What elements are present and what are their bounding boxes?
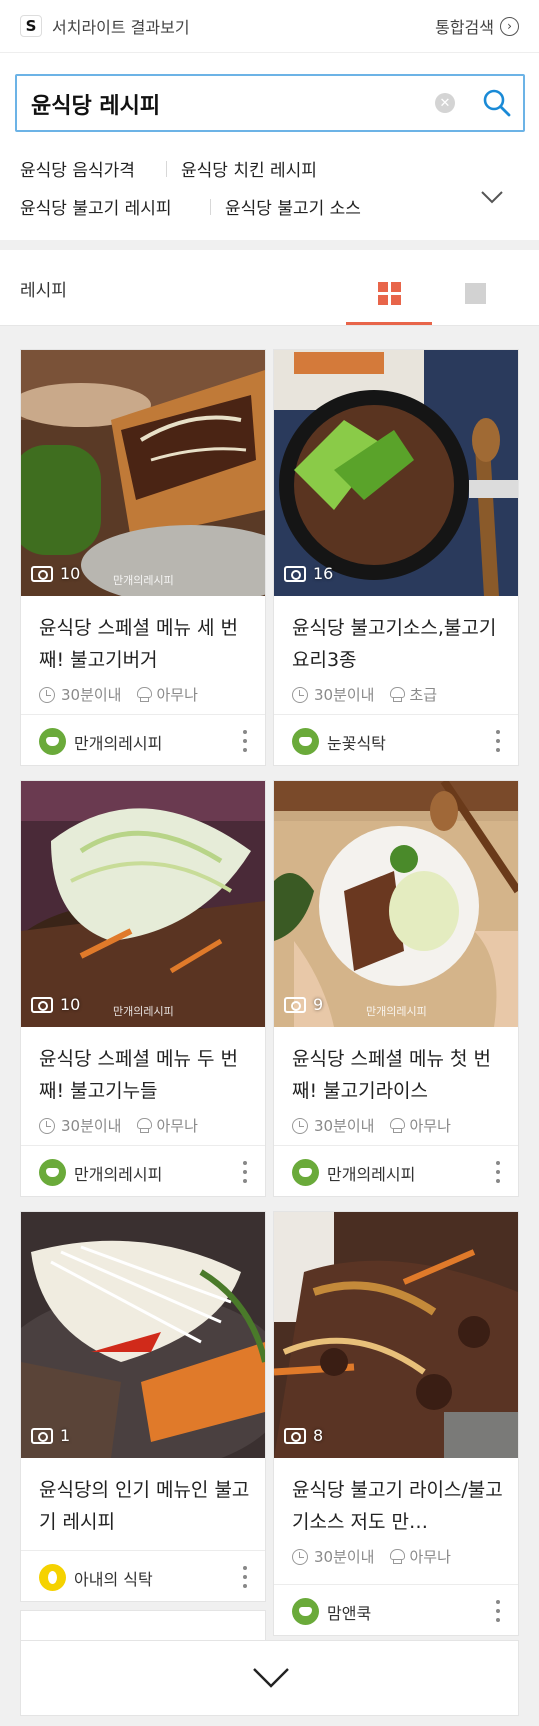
recipe-meta: 30분이내 아무나: [292, 1115, 451, 1136]
avatar: [39, 1159, 66, 1186]
grid-view-icon[interactable]: [378, 282, 402, 306]
photo-count: 8: [284, 1426, 323, 1445]
recipe-card[interactable]: 16 윤식당 불고기소스,불고기요리3종 30분이내 초급 눈꽃식탁: [273, 349, 519, 766]
total-search-link[interactable]: 통합검색 ›: [435, 0, 519, 52]
more-icon[interactable]: [243, 1161, 247, 1183]
chef-hat-icon: [389, 1548, 405, 1565]
author-row[interactable]: 만개의레시피: [274, 1145, 518, 1197]
divider: [166, 161, 167, 177]
photo-count: 10: [31, 995, 80, 1014]
camera-icon: [31, 996, 53, 1013]
list-view-icon[interactable]: [465, 283, 486, 304]
camera-icon: [284, 565, 306, 582]
recipe-meta: 30분이내 아무나: [39, 1115, 198, 1136]
recipe-image[interactable]: 10 만개의레시피: [21, 350, 265, 596]
author-row[interactable]: 눈꽃식탁: [274, 714, 518, 766]
author-row[interactable]: 아내의 식탁: [21, 1550, 265, 1602]
recipe-image[interactable]: 8: [274, 1212, 518, 1458]
divider: [210, 199, 211, 215]
active-tab-indicator: [346, 322, 432, 325]
recipe-card[interactable]: 10 만개의레시피 윤식당 스페셜 메뉴 두 번째! 불고기누들 30분이내 아…: [20, 780, 266, 1197]
image-watermark: 만개의레시피: [113, 574, 174, 587]
author-name[interactable]: 아내의 식탁: [74, 1566, 153, 1590]
more-icon[interactable]: [496, 1600, 500, 1622]
chef-hat-icon: [136, 686, 152, 703]
avatar: [292, 1159, 319, 1186]
recipe-title[interactable]: 윤식당의 인기 메뉴인 불고기 레시피: [39, 1474, 254, 1538]
clock-icon: [292, 1548, 308, 1565]
more-icon[interactable]: [496, 730, 500, 752]
search-input[interactable]: [31, 86, 431, 122]
recipe-image[interactable]: 9 만개의레시피: [274, 781, 518, 1027]
recipe-image[interactable]: 16: [274, 350, 518, 596]
author-name[interactable]: 만개의레시피: [74, 1161, 162, 1185]
avatar: [39, 1564, 66, 1591]
avatar: [39, 728, 66, 755]
recipe-title[interactable]: 윤식당 불고기소스,불고기요리3종: [292, 612, 507, 676]
chef-hat-icon: [389, 686, 405, 703]
search-section: ✕ 윤식당 음식가격 윤식당 치킨 레시피 윤식당 불고기 레시피 윤식당 불고…: [0, 52, 539, 240]
recipe-meta: 30분이내 아무나: [39, 684, 198, 705]
recipe-meta: 30분이내 초급: [292, 684, 437, 705]
author-name[interactable]: 눈꽃식탁: [327, 730, 386, 754]
recipe-card[interactable]: 10 만개의레시피 윤식당 스페셜 메뉴 세 번째! 불고기버거 30분이내 아…: [20, 349, 266, 766]
clock-icon: [292, 686, 308, 703]
recipe-title[interactable]: 윤식당 스페셜 메뉴 세 번째! 불고기버거: [39, 612, 254, 676]
chef-hat-icon: [136, 1117, 152, 1134]
author-row[interactable]: 맘앤쿡: [274, 1584, 518, 1636]
recipe-title[interactable]: 윤식당 스페셜 메뉴 두 번째! 불고기누들: [39, 1043, 254, 1107]
more-icon[interactable]: [496, 1161, 500, 1183]
recipe-card[interactable]: 9 만개의레시피 윤식당 스페셜 메뉴 첫 번째! 불고기라이스 30분이내 아…: [273, 780, 519, 1197]
author-row[interactable]: 만개의레시피: [21, 1145, 265, 1197]
photo-count: 1: [31, 1426, 70, 1445]
next-card-peek: [20, 1610, 266, 1640]
more-icon[interactable]: [243, 1566, 247, 1588]
total-search-label: 통합검색: [435, 18, 494, 37]
chef-hat-icon: [389, 1117, 405, 1134]
search-box: ✕: [15, 74, 525, 132]
clock-icon: [39, 686, 55, 703]
top-bar: S 서치라이트 결과보기 통합검색 ›: [0, 0, 539, 52]
avatar: [292, 728, 319, 755]
suggestion-item[interactable]: 윤식당 불고기 소스: [225, 194, 361, 219]
camera-icon: [31, 1427, 53, 1444]
recipe-title[interactable]: 윤식당 스페셜 메뉴 첫 번째! 불고기라이스: [292, 1043, 507, 1107]
recipe-card[interactable]: 8 윤식당 불고기 라이스/불고기소스 저도 만… 30분이내 아무나 맘앤쿡: [273, 1211, 519, 1636]
searchlight-title[interactable]: 서치라이트 결과보기: [52, 14, 190, 38]
search-icon[interactable]: [482, 88, 512, 118]
author-name[interactable]: 만개의레시피: [327, 1161, 415, 1185]
recipe-image[interactable]: 1: [21, 1212, 265, 1458]
section-label: 레시피: [20, 281, 67, 301]
more-icon[interactable]: [243, 730, 247, 752]
chevron-down-icon[interactable]: [480, 189, 504, 205]
recipe-title[interactable]: 윤식당 불고기 라이스/불고기소스 저도 만…: [292, 1474, 507, 1538]
avatar: [292, 1598, 319, 1625]
load-more-button[interactable]: [20, 1640, 519, 1716]
chevron-down-icon: [253, 1668, 289, 1688]
author-name[interactable]: 만개의레시피: [74, 730, 162, 754]
recipe-image[interactable]: 10 만개의레시피: [21, 781, 265, 1027]
author-row[interactable]: 만개의레시피: [21, 714, 265, 766]
searchlight-logo: S: [20, 15, 42, 37]
author-name[interactable]: 맘앤쿡: [327, 1600, 371, 1624]
recipe-tab-bar: 레시피: [0, 250, 539, 326]
clock-icon: [292, 1117, 308, 1134]
suggestion-item[interactable]: 윤식당 치킨 레시피: [181, 156, 317, 181]
clear-icon[interactable]: ✕: [435, 93, 455, 113]
clock-icon: [39, 1117, 55, 1134]
camera-icon: [284, 1427, 306, 1444]
photo-count: 9: [284, 995, 323, 1014]
suggestion-item[interactable]: 윤식당 불고기 레시피: [20, 194, 172, 219]
chevron-right-icon: ›: [500, 16, 519, 36]
image-watermark: 만개의레시피: [113, 1005, 174, 1018]
photo-count: 16: [284, 564, 333, 583]
photo-count: 10: [31, 564, 80, 583]
image-watermark: 만개의레시피: [366, 1005, 427, 1018]
suggestion-item[interactable]: 윤식당 음식가격: [20, 156, 135, 181]
camera-icon: [31, 565, 53, 582]
camera-icon: [284, 996, 306, 1013]
recipe-meta: 30분이내 아무나: [292, 1546, 451, 1567]
recipe-card[interactable]: 1 윤식당의 인기 메뉴인 불고기 레시피 아내의 식탁: [20, 1211, 266, 1602]
